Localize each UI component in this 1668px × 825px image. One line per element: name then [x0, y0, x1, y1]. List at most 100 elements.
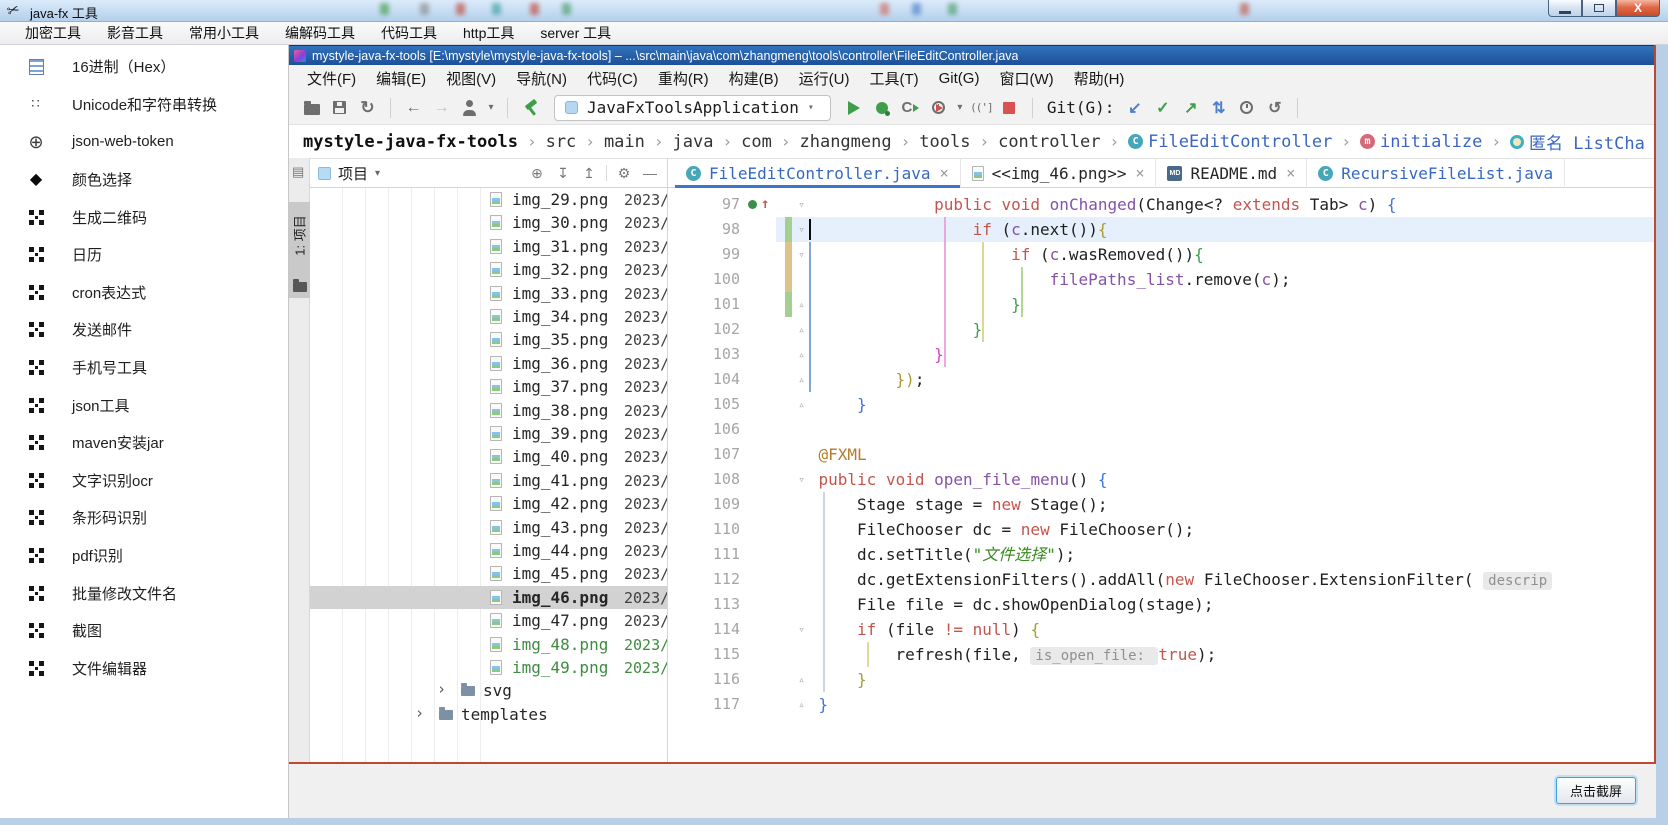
chevron-down-icon[interactable]: ▾: [375, 168, 380, 179]
editor-tab[interactable]: <<img_46.png>>×: [961, 158, 1157, 188]
breadcrumb-item[interactable]: FileEditController: [1128, 132, 1332, 152]
line-number[interactable]: 116: [668, 667, 740, 692]
line-number[interactable]: 109: [668, 492, 740, 517]
line-number[interactable]: 110: [668, 517, 740, 542]
save-all-button[interactable]: [327, 96, 352, 120]
stop-button[interactable]: [997, 96, 1022, 120]
chevron-right-icon[interactable]: ›: [437, 680, 446, 698]
tree-file-row[interactable]: img_42.png2023/: [310, 492, 667, 515]
editor-tab[interactable]: RecursiveFileList.java: [1307, 158, 1565, 188]
line-number[interactable]: 114: [668, 617, 740, 642]
sidebar-item[interactable]: ⊕json-web-token: [0, 123, 288, 161]
sidebar-item[interactable]: cron表达式: [0, 274, 288, 312]
tree-file-row[interactable]: img_34.png2023/: [310, 305, 667, 328]
breadcrumb-item[interactable]: controller: [998, 132, 1100, 152]
sidebar-item[interactable]: json工具: [0, 386, 288, 424]
git-rollback-button[interactable]: ↺: [1262, 96, 1287, 120]
sidebar-item[interactable]: 手机号工具: [0, 349, 288, 387]
chevron-down-icon[interactable]: ▾: [485, 96, 497, 120]
line-number[interactable]: 107: [668, 442, 740, 467]
ide-menu-item[interactable]: Git(G): [929, 70, 990, 87]
overriding-arrow-icon[interactable]: ↑: [761, 192, 769, 217]
ide-menu-item[interactable]: 导航(N): [506, 68, 577, 89]
tree-file-row[interactable]: img_48.png2023/: [310, 633, 667, 656]
expand-all-icon[interactable]: ↧: [554, 165, 572, 182]
line-number[interactable]: 108: [668, 467, 740, 492]
line-number[interactable]: 112: [668, 567, 740, 592]
app-menu-item[interactable]: 常用小工具: [176, 23, 272, 43]
tree-file-row[interactable]: img_38.png2023/: [310, 399, 667, 422]
screenshot-button[interactable]: 点击截屏: [1556, 777, 1636, 804]
forward-button[interactable]: →: [429, 96, 454, 120]
chevron-right-icon[interactable]: ›: [415, 704, 424, 722]
ide-menu-item[interactable]: 编辑(E): [366, 68, 436, 89]
breadcrumb-item[interactable]: zhangmeng: [799, 132, 891, 152]
attach-button[interactable]: ((']: [969, 96, 994, 120]
sidebar-item[interactable]: 截图: [0, 612, 288, 650]
tree-folder-row[interactable]: ›svg: [310, 679, 667, 702]
tree-file-row[interactable]: img_46.png2023/: [310, 586, 667, 609]
hide-icon[interactable]: —: [641, 165, 659, 181]
breadcrumb-item[interactable]: main: [604, 132, 645, 152]
sidebar-item[interactable]: ∷Unicode和字符串转换: [0, 86, 288, 124]
ide-menu-item[interactable]: 文件(F): [297, 68, 366, 89]
breadcrumb-item[interactable]: initialize: [1360, 132, 1482, 152]
git-history-button[interactable]: [1234, 96, 1259, 120]
profiler-button[interactable]: [926, 96, 951, 120]
tree-file-row[interactable]: img_44.png2023/: [310, 539, 667, 562]
ide-menu-item[interactable]: 窗口(W): [989, 68, 1063, 89]
app-menu-item[interactable]: 影音工具: [94, 23, 176, 43]
line-number[interactable]: 100: [668, 267, 740, 292]
close-icon[interactable]: ×: [940, 164, 949, 182]
app-menu-item[interactable]: 代码工具: [368, 23, 450, 43]
app-menu-item[interactable]: 编解码工具: [272, 23, 368, 43]
hammer-button[interactable]: [518, 96, 543, 120]
breadcrumb-item[interactable]: tools: [919, 132, 970, 152]
app-menu-item[interactable]: 加密工具: [12, 23, 94, 43]
user-button[interactable]: [457, 96, 482, 120]
line-number[interactable]: 101: [668, 292, 740, 317]
open-project-button[interactable]: [299, 96, 324, 120]
breadcrumb-item[interactable]: 匿名 ListCha: [1510, 129, 1645, 154]
sidebar-item[interactable]: 生成二维码: [0, 198, 288, 236]
back-button[interactable]: ←: [401, 96, 426, 120]
locate-icon[interactable]: ⊕: [528, 165, 546, 182]
line-number[interactable]: 111: [668, 542, 740, 567]
tree-file-row[interactable]: img_32.png2023/: [310, 258, 667, 281]
sidebar-item[interactable]: maven安装jar: [0, 424, 288, 462]
code-editor[interactable]: 97▿↑public void onChanged(Change<? exten…: [668, 188, 1654, 762]
sidebar-item[interactable]: 文字识别ocr: [0, 462, 288, 500]
ide-menu-item[interactable]: 视图(V): [436, 68, 506, 89]
maximize-button[interactable]: [1582, 0, 1616, 17]
tree-file-row[interactable]: img_45.png2023/: [310, 562, 667, 585]
tree-file-row[interactable]: img_35.png2023/: [310, 328, 667, 351]
tree-file-row[interactable]: img_39.png2023/: [310, 422, 667, 445]
ide-menu-item[interactable]: 代码(C): [577, 68, 648, 89]
tree-file-row[interactable]: img_37.png2023/: [310, 375, 667, 398]
line-number[interactable]: 102: [668, 317, 740, 342]
tree-file-row[interactable]: img_41.png2023/: [310, 469, 667, 492]
editor-tab[interactable]: FileEditController.java×: [675, 158, 961, 188]
line-number[interactable]: 104: [668, 367, 740, 392]
tree-file-row[interactable]: img_49.png2023/: [310, 656, 667, 679]
sidebar-item[interactable]: 文件编辑器: [0, 650, 288, 688]
minimize-button[interactable]: [1548, 0, 1582, 17]
tree-file-row[interactable]: img_36.png2023/: [310, 352, 667, 375]
sidebar-item[interactable]: pdf识别: [0, 537, 288, 575]
tree-file-row[interactable]: img_43.png2023/: [310, 516, 667, 539]
git-fetch-button[interactable]: ⇅: [1206, 96, 1231, 120]
play-button[interactable]: [842, 96, 867, 120]
line-number[interactable]: 115: [668, 642, 740, 667]
ide-menu-item[interactable]: 帮助(H): [1064, 68, 1135, 89]
sidebar-item[interactable]: 发送邮件: [0, 311, 288, 349]
git-push-button[interactable]: ↗: [1178, 96, 1203, 120]
debug-button[interactable]: [870, 96, 895, 120]
tree-file-row[interactable]: img_33.png2023/: [310, 282, 667, 305]
git-commit-button[interactable]: ✓: [1150, 96, 1175, 120]
sidebar-item[interactable]: ◆颜色选择: [0, 161, 288, 199]
line-number[interactable]: 103: [668, 342, 740, 367]
tree-folder-row[interactable]: ›templates: [310, 703, 667, 726]
ide-menu-item[interactable]: 运行(U): [789, 68, 860, 89]
line-number[interactable]: 113: [668, 592, 740, 617]
chevron-down-icon[interactable]: ▾: [954, 96, 966, 120]
